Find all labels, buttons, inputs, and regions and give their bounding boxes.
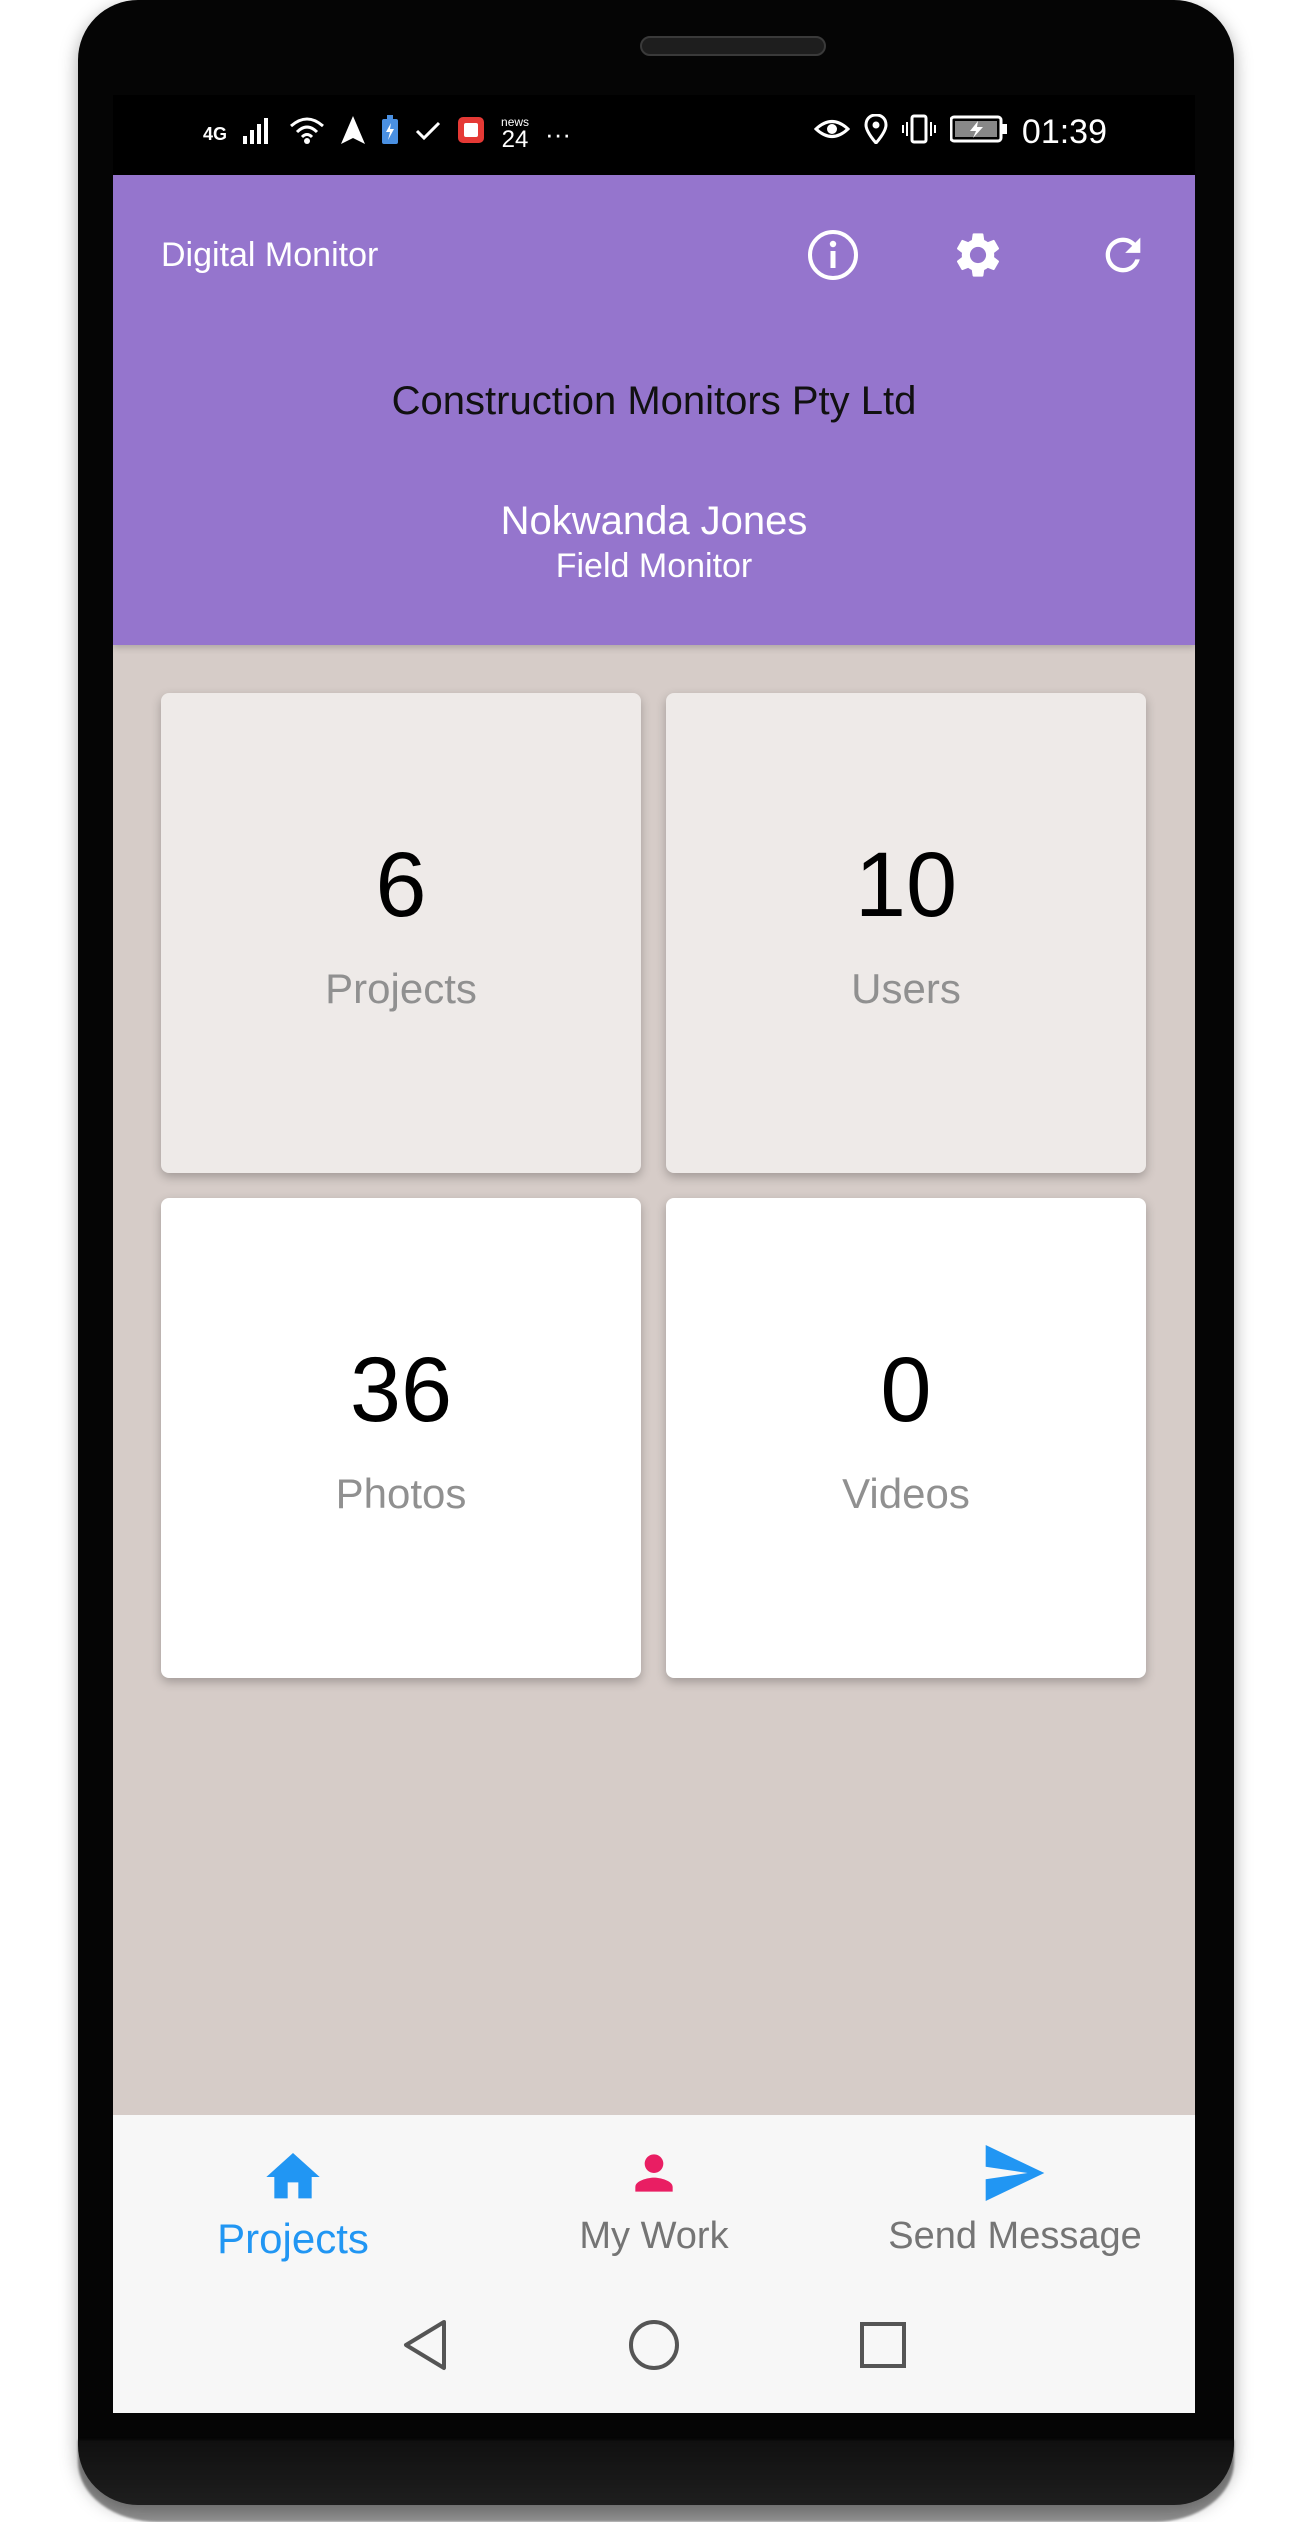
app-title: Digital Monitor (161, 236, 379, 274)
info-button[interactable] (803, 225, 863, 285)
home-icon (266, 2153, 320, 2199)
app-header: Digital Monitor Construction Monitors Pt… (113, 175, 1195, 645)
battery-charging-icon (949, 115, 1008, 151)
signal-icon (243, 116, 273, 152)
back-button[interactable] (395, 2315, 455, 2375)
checkmark-notification-icon (415, 117, 441, 151)
settings-gear-icon (956, 233, 1000, 277)
users-label: Users (851, 965, 961, 1012)
clock: 01:39 (1021, 113, 1107, 151)
videos-card[interactable]: 0 Videos (666, 1198, 1146, 1678)
refresh-icon (1105, 237, 1141, 273)
nav-projects-label: Projects (217, 2215, 369, 2262)
nav-send-message-label: Send Message (888, 2215, 1142, 2257)
company-name: Construction Monitors Pty Ltd (391, 379, 917, 423)
photos-card[interactable]: 36 Photos (161, 1198, 641, 1678)
recents-square-icon (860, 2322, 906, 2368)
projects-count: 6 (375, 834, 427, 936)
system-navigation-bar (113, 2285, 1195, 2413)
back-triangle-icon (404, 2320, 446, 2370)
news24-icon: news 24 (501, 116, 529, 152)
wifi-icon (289, 116, 325, 152)
projects-label: Projects (325, 965, 477, 1012)
home-circle-icon (629, 2320, 679, 2370)
photos-count: 36 (349, 1339, 453, 1441)
home-button[interactable] (624, 2315, 684, 2375)
user-role: Field Monitor (555, 547, 753, 585)
phone-shadow (78, 2440, 1234, 2522)
person-icon (635, 2154, 673, 2192)
eye-icon (813, 116, 851, 150)
vibrate-icon (901, 114, 936, 152)
navigation-arrow-icon (341, 116, 366, 152)
projects-card[interactable]: 6 Projects (161, 693, 641, 1173)
nav-send-message[interactable]: Send Message (865, 2145, 1165, 2258)
news-number: 24 (501, 126, 529, 153)
photos-label: Photos (335, 1470, 467, 1517)
settings-button[interactable] (948, 225, 1008, 285)
app-notification-icon (457, 116, 485, 152)
user-name: Nokwanda Jones (500, 499, 808, 543)
refresh-button[interactable] (1093, 225, 1153, 285)
nav-projects[interactable]: Projects (143, 2145, 443, 2263)
users-count: 10 (854, 834, 958, 936)
location-icon (864, 112, 888, 152)
earpiece-speaker (640, 36, 826, 56)
more-notifications: ··· (545, 118, 572, 149)
network-type: 4G (203, 123, 228, 144)
send-icon (985, 2145, 1045, 2201)
users-card[interactable]: 10 Users (666, 693, 1146, 1173)
screen: 4G news 24 ··· 01:39 Digital Monitor Con… (113, 95, 1195, 2413)
nav-my-work[interactable]: My Work (504, 2145, 804, 2258)
bottom-navigation: Projects My Work Send Message (113, 2115, 1195, 2285)
videos-label: Videos (842, 1470, 970, 1517)
battery-saver-icon (381, 115, 399, 153)
status-bar: 4G news 24 ··· 01:39 (113, 95, 1195, 175)
recents-button[interactable] (853, 2315, 913, 2375)
info-icon (808, 230, 858, 280)
nav-my-work-label: My Work (579, 2215, 729, 2257)
videos-count: 0 (880, 1339, 932, 1441)
